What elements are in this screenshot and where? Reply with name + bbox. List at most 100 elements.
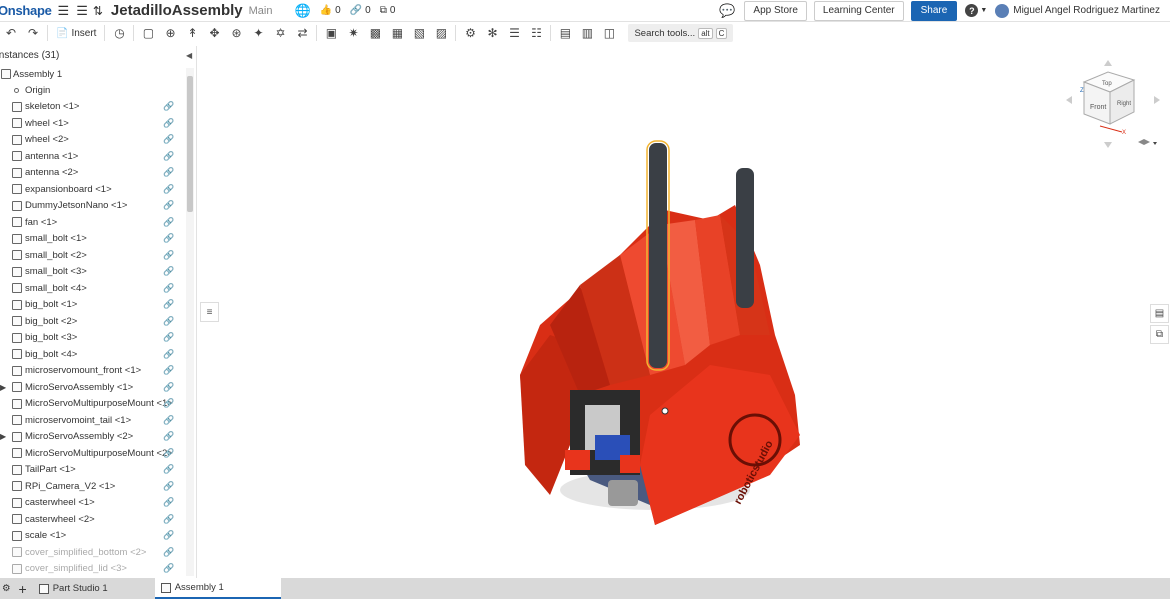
insert-feature-icon[interactable]: ⇅ (93, 2, 103, 20)
link-icon[interactable]: 🔗 (163, 151, 174, 162)
rotate-left-arrow-icon[interactable] (1066, 96, 1072, 104)
comments-icon[interactable]: 💬 (719, 2, 735, 20)
link-icon[interactable]: 🔗 (163, 398, 174, 409)
link-icon[interactable]: 🔗 (163, 530, 174, 541)
cylindrical-mate-icon[interactable]: ⊛ (225, 23, 247, 43)
link-icon[interactable]: 🔗 (163, 217, 174, 228)
tree-row[interactable]: big_bolt <2> 🔗 (0, 313, 186, 330)
tangent-mate-icon[interactable]: ▩ (364, 23, 386, 43)
link-icon[interactable]: 🔗 (163, 134, 174, 145)
group-icon[interactable]: ✷ (342, 23, 364, 43)
fastened-mate-icon[interactable]: ▢ (137, 23, 159, 43)
link-icon[interactable]: 🔗 (163, 316, 174, 327)
screw-relation-icon[interactable]: ▨ (430, 23, 452, 43)
view-cube[interactable]: Top Front Right Z X (1062, 56, 1166, 152)
tree-row[interactable]: skeleton <1> 🔗 (0, 99, 186, 116)
link-icon[interactable]: 🔗 (163, 365, 174, 376)
link-icon[interactable]: 🔗 (163, 514, 174, 525)
mates-panel-icon[interactable]: ⧉ (1150, 325, 1169, 344)
user-menu[interactable]: Miguel Angel Rodriguez Martinez (995, 3, 1160, 18)
branch-name[interactable]: Main (249, 5, 273, 17)
add-tab-icon[interactable]: + (13, 578, 33, 599)
rack-pinion-icon[interactable]: ▧ (408, 23, 430, 43)
help-menu[interactable]: ? ▼ (965, 2, 987, 20)
link-icon[interactable]: 🔗 (163, 118, 174, 129)
tree-row[interactable]: expansionboard <1> 🔗 (0, 181, 186, 198)
undo-icon[interactable]: ↶ (0, 23, 22, 43)
scroll-thumb[interactable] (187, 76, 193, 212)
link-icon[interactable]: 🔗 (163, 184, 174, 195)
scrollbar[interactable] (186, 68, 194, 576)
share-button[interactable]: Share (910, 0, 958, 21)
planar-mate-icon[interactable]: ✥ (203, 23, 225, 43)
link-icon[interactable]: 🔗 (163, 167, 174, 178)
tab-manager-icon[interactable]: ⚙ (0, 578, 13, 599)
tree-row[interactable]: ▶ MicroServoAssembly <2> 🔗 (0, 429, 186, 446)
link-icon[interactable]: 🔗 (163, 464, 174, 475)
view-options-icon[interactable] (1138, 139, 1150, 145)
tree-row[interactable]: big_bolt <1> 🔗 (0, 297, 186, 314)
tree-row[interactable]: small_bolt <3> 🔗 (0, 264, 186, 281)
feature-list-icon[interactable]: ≡ (200, 302, 219, 322)
settings-gear-icon[interactable]: ⚙ (459, 23, 481, 43)
app-store-button[interactable]: App Store (744, 0, 807, 21)
slider-mate-icon[interactable]: ↟ (181, 23, 203, 43)
tab-part-studio[interactable]: Part Studio 1 (33, 578, 155, 599)
document-title[interactable]: JetadilloAssembly (111, 2, 243, 19)
redo-icon[interactable]: ↷ (22, 23, 44, 43)
link-icon[interactable]: 🔗 (163, 200, 174, 211)
tree-row[interactable]: microservomount_front <1> 🔗 (0, 363, 186, 380)
tab-assembly[interactable]: Assembly 1 (154, 578, 281, 599)
tree-row[interactable]: cover_simplified_bottom <2> 🔗 (0, 544, 186, 561)
pin-slot-mate-icon[interactable]: ✦ (247, 23, 269, 43)
tree-row[interactable]: Origin (0, 82, 186, 99)
rotate-up-arrow-icon[interactable] (1104, 60, 1112, 66)
link-icon[interactable]: 🔗 (163, 266, 174, 277)
appearance-panel-icon[interactable]: ▤ (1150, 304, 1169, 323)
link-icon[interactable]: 🔗 (163, 283, 174, 294)
collapse-icon[interactable]: ◀ (186, 51, 192, 60)
tree-row[interactable]: wheel <1> 🔗 (0, 115, 186, 132)
tree-row[interactable]: fan <1> 🔗 (0, 214, 186, 231)
tree-row[interactable]: big_bolt <4> 🔗 (0, 346, 186, 363)
link-icon[interactable]: 🔗 (163, 415, 174, 426)
link-icon[interactable]: 🔗 (163, 563, 174, 574)
expand-chevron-icon[interactable]: ▶ (0, 383, 6, 392)
features-icon[interactable]: ☰ (76, 2, 88, 20)
link-icon[interactable]: 🔗 (163, 481, 174, 492)
explode-icon[interactable]: ☷ (525, 23, 547, 43)
menu-icon[interactable]: ☰ (58, 2, 70, 20)
link-icon[interactable]: 🔗 (163, 497, 174, 508)
tree-row[interactable]: microservomoint_tail <1> 🔗 (0, 412, 186, 429)
tree-row[interactable]: MicroServoMultipurposeMount <1> 🔗 (0, 396, 186, 413)
gear-relation-icon[interactable]: ▦ (386, 23, 408, 43)
replicate-icon[interactable]: ☰ (503, 23, 525, 43)
link-icon[interactable]: 🔗 (163, 382, 174, 393)
link-icon[interactable]: 🔗 (163, 448, 174, 459)
link-icon[interactable]: 🔗 (163, 250, 174, 261)
link-icon[interactable]: 🔗 (163, 547, 174, 558)
learning-center-button[interactable]: Learning Center (813, 0, 904, 21)
search-tools-input[interactable]: Search tools... alt C (628, 24, 734, 42)
insert-button[interactable]: 📄 Insert (51, 28, 101, 39)
link-icon[interactable]: 🔗 (163, 101, 174, 112)
tree-root[interactable]: Assembly 1 (0, 66, 186, 82)
tree-row[interactable]: MicroServoMultipurposeMount <2> 🔗 (0, 445, 186, 462)
like-counter[interactable]: 👍 0 (320, 5, 341, 16)
section-view-icon[interactable]: ▥ (576, 23, 598, 43)
link-icon[interactable]: 🔗 (163, 431, 174, 442)
tree-row[interactable]: wheel <2> 🔗 (0, 132, 186, 149)
3d-model[interactable]: roboticstudio (510, 135, 810, 535)
tree-row[interactable]: ▶ MicroServoAssembly <1> 🔗 (0, 379, 186, 396)
linear-pattern-icon[interactable]: ✻ (481, 23, 503, 43)
link-icon[interactable]: 🔗 (163, 349, 174, 360)
rotate-down-arrow-icon[interactable] (1104, 142, 1112, 148)
tree-row[interactable]: antenna <2> 🔗 (0, 165, 186, 182)
parallel-mate-icon[interactable]: ⇄ (291, 23, 313, 43)
tree-row[interactable]: big_bolt <3> 🔗 (0, 330, 186, 347)
rotate-right-arrow-icon[interactable] (1154, 96, 1160, 104)
tree-row[interactable]: casterwheel <1> 🔗 (0, 495, 186, 512)
appearance-icon[interactable]: ◫ (598, 23, 620, 43)
tree-row[interactable]: antenna <1> 🔗 (0, 148, 186, 165)
expand-chevron-icon[interactable]: ▶ (0, 432, 6, 441)
